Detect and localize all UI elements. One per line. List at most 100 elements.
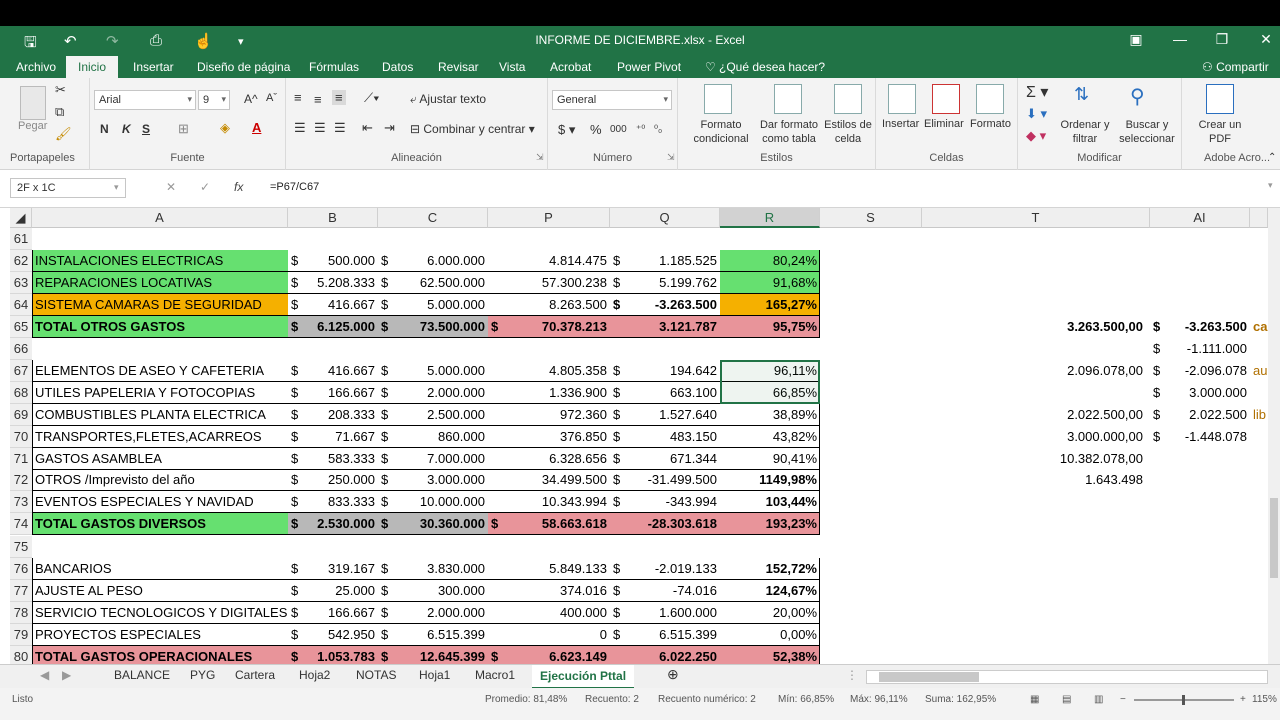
page-layout-icon[interactable]: ▤ — [1062, 694, 1071, 705]
sheet-tab[interactable]: PYG — [190, 668, 215, 686]
share-button[interactable]: ⚇ Compartir — [1202, 60, 1269, 74]
row-header[interactable]: 67 — [10, 360, 32, 382]
wrap-text-button[interactable]: ⤶ Ajustar texto — [410, 92, 486, 107]
restore-icon[interactable]: ❐ — [1210, 31, 1234, 48]
tab-diseno[interactable]: Diseño de página — [197, 60, 290, 74]
row-header[interactable]: 68 — [10, 382, 32, 404]
cell-b-63[interactable]: 5.208.333 — [302, 272, 378, 294]
cell-p-70[interactable]: 376.850 — [502, 426, 610, 448]
sheet-tab[interactable]: Ejecución Pttal — [532, 665, 635, 689]
cell-r-63[interactable]: 91,68% — [720, 272, 820, 294]
row-header[interactable]: 74 — [10, 513, 32, 535]
cell-ai-70[interactable]: -1.448.078 — [1164, 426, 1250, 448]
vertical-scroll-thumb[interactable] — [1270, 498, 1278, 578]
tab-power-pivot[interactable]: Power Pivot — [617, 60, 681, 74]
orientation-icon[interactable]: ⟋▾ — [364, 90, 379, 106]
cell-r-73[interactable]: 103,44% — [720, 491, 820, 513]
prev-sheet-icon[interactable]: ◀ — [40, 668, 49, 686]
bold-button[interactable]: N — [100, 122, 109, 136]
cell-q-62[interactable]: 1.185.525 — [624, 250, 720, 272]
cell-c-70[interactable]: 860.000 — [392, 426, 488, 448]
cell-a-67[interactable]: ELEMENTOS DE ASEO Y CAFETERIA — [32, 360, 288, 382]
cell-ai-69[interactable]: 2.022.500 — [1164, 404, 1250, 426]
clear-icon[interactable]: ◆ ▾ — [1026, 128, 1046, 144]
format-cells-icon[interactable] — [976, 84, 1004, 114]
align-center-icon[interactable]: ☰ — [314, 120, 326, 136]
autosum-icon[interactable]: Σ ▾ — [1026, 82, 1048, 102]
sheet-tab[interactable]: NOTAS — [356, 668, 396, 686]
cell-a-70[interactable]: TRANSPORTES,FLETES,ACARREOS — [32, 426, 288, 448]
insert-cells-icon[interactable] — [888, 84, 916, 114]
cell-p-78[interactable]: 400.000 — [502, 602, 610, 624]
row-header[interactable]: 73 — [10, 491, 32, 513]
format-table-button[interactable]: Dar formato como tabla — [756, 118, 822, 146]
cell-b-70[interactable]: 71.667 — [302, 426, 378, 448]
cell-t-70[interactable]: 3.000.000,00 — [922, 426, 1146, 448]
cell-p-73[interactable]: 10.343.994 — [502, 491, 610, 513]
cell-r-69[interactable]: 38,89% — [720, 404, 820, 426]
merge-center-button[interactable]: ⊟ Combinar y centrar ▾ — [410, 122, 535, 136]
cell-c-71[interactable]: 7.000.000 — [392, 448, 488, 470]
cell-a-62[interactable]: INSTALACIONES ELECTRICAS — [32, 250, 288, 272]
cell-q-64[interactable]: -3.263.500 — [624, 294, 720, 316]
tab-vista[interactable]: Vista — [499, 60, 525, 74]
row-header[interactable]: 72 — [10, 469, 32, 491]
format-painter-icon[interactable]: 🖌 — [55, 126, 72, 142]
cell-a-76[interactable]: BANCARIOS — [32, 558, 288, 580]
col-header-ai[interactable]: AI — [1150, 208, 1250, 228]
col-header-t[interactable]: T — [922, 208, 1150, 228]
cell-ai-67[interactable]: -2.096.078 — [1164, 360, 1250, 382]
cell-q-63[interactable]: 5.199.762 — [624, 272, 720, 294]
collapse-ribbon-icon[interactable]: ⌃ — [1268, 152, 1276, 163]
cell-b-67[interactable]: 416.667 — [302, 360, 378, 382]
zoom-slider-thumb[interactable] — [1182, 695, 1185, 705]
cell-p-77[interactable]: 374.016 — [502, 580, 610, 602]
cell-q-74[interactable]: -28.303.618 — [624, 513, 720, 535]
col-header-q[interactable]: Q — [610, 208, 720, 228]
cell-p-69[interactable]: 972.360 — [502, 404, 610, 426]
increase-decimal-icon[interactable]: ⁺⁰ — [636, 124, 645, 135]
cut-icon[interactable]: ✂ — [55, 82, 66, 98]
cell-r-78[interactable]: 20,00% — [720, 602, 820, 624]
cell-q-73[interactable]: -343.994 — [624, 491, 720, 513]
tab-split-icon[interactable]: ⋮ — [846, 668, 858, 686]
decrease-indent-icon[interactable]: ⇤ — [362, 120, 373, 136]
cell-a-69[interactable]: COMBUSTIBLES PLANTA ELECTRICA — [32, 404, 288, 426]
cell-styles-icon[interactable] — [834, 84, 862, 114]
row-header[interactable]: 79 — [10, 624, 32, 646]
cell-b-68[interactable]: 166.667 — [302, 382, 378, 404]
cell-a-68[interactable]: UTILES PAPELERIA Y FOTOCOPIAS — [32, 382, 288, 404]
cell-b-73[interactable]: 833.333 — [302, 491, 378, 513]
delete-cells-button[interactable]: Eliminar — [924, 118, 964, 130]
cell-c-78[interactable]: 2.000.000 — [392, 602, 488, 624]
align-bottom-icon[interactable]: ≡ — [332, 90, 346, 105]
font-name-combo[interactable]: Arial — [94, 90, 196, 110]
col-header-s[interactable]: S — [820, 208, 922, 228]
format-table-icon[interactable] — [774, 84, 802, 114]
sheet-tab[interactable]: Hoja2 — [299, 668, 330, 686]
cell-ai-66[interactable]: -1.111.000 — [1164, 338, 1250, 360]
cell-b-72[interactable]: 250.000 — [302, 469, 378, 491]
cell-q-65[interactable]: 3.121.787 — [624, 316, 720, 338]
cell-b-71[interactable]: 583.333 — [302, 448, 378, 470]
name-box[interactable]: 2F x 1C — [10, 178, 126, 198]
cell-b-65[interactable]: 6.125.000 — [302, 316, 378, 338]
cell-p-76[interactable]: 5.849.133 — [502, 558, 610, 580]
cell-ai-68[interactable]: 3.000.000 — [1164, 382, 1250, 404]
underline-button[interactable]: S — [142, 122, 150, 136]
cell-c-67[interactable]: 5.000.000 — [392, 360, 488, 382]
ribbon-display-icon[interactable]: ▣ — [1124, 31, 1148, 48]
tab-revisar[interactable]: Revisar — [438, 60, 479, 74]
increase-indent-icon[interactable]: ⇥ — [384, 120, 395, 136]
paste-label[interactable]: Pegar — [18, 120, 47, 132]
formula-input[interactable]: =P67/C67 — [270, 181, 319, 193]
row-header[interactable]: 64 — [10, 294, 32, 316]
cell-q-78[interactable]: 1.600.000 — [624, 602, 720, 624]
row-header[interactable]: 65 — [10, 316, 32, 338]
cell-p-67[interactable]: 4.805.358 — [502, 360, 610, 382]
cell-b-74[interactable]: 2.530.000 — [302, 513, 378, 535]
name-box-dropdown-icon[interactable]: ▾ — [114, 182, 119, 193]
row-header[interactable]: 62 — [10, 250, 32, 272]
cell-r-62[interactable]: 80,24% — [720, 250, 820, 272]
cell-q-68[interactable]: 663.100 — [624, 382, 720, 404]
